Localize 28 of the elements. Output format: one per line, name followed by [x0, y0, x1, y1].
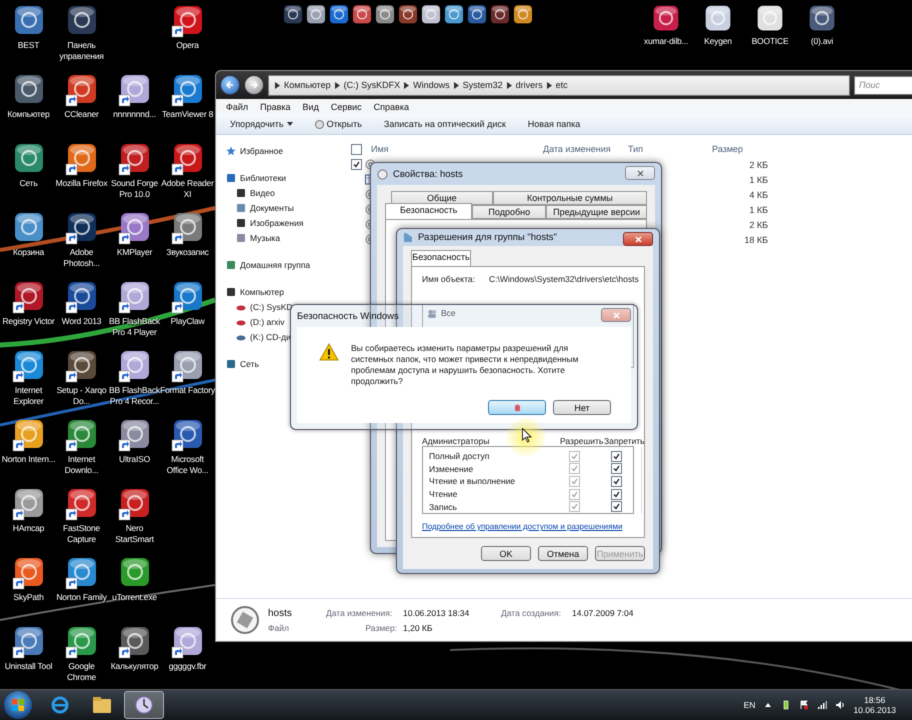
- permission-name: Чтение и выполнение: [429, 476, 516, 486]
- object-path: C:\Windows\System32\drivers\etc\hosts: [489, 274, 639, 284]
- permission-name: Запись: [429, 502, 458, 512]
- dialog-title: Безопасность Windows: [297, 310, 399, 322]
- field-label: Имя объекта:: [422, 274, 476, 284]
- dialog-title: Разрешения для группы "hosts": [418, 232, 557, 243]
- field-label: Размер:: [365, 622, 397, 632]
- field-value: 10.06.2013 18:34: [403, 608, 470, 618]
- file-name: hosts: [268, 608, 293, 618]
- size-cell-text: 1 КБ: [748, 204, 768, 214]
- column-header: Запретить: [604, 436, 644, 446]
- file-type: Файл: [268, 622, 290, 632]
- permissions-header: Администраторы: [422, 436, 490, 446]
- permission-name: Полный доступ: [429, 451, 490, 462]
- size-cell-text: 1 КБ: [748, 174, 768, 184]
- dialog-title: Свойства: hosts: [393, 168, 463, 180]
- column-header: Разрешить: [560, 436, 604, 446]
- size-cell-text: 2 КБ: [748, 220, 768, 230]
- field-value: 14.07.2009 7:04: [572, 608, 634, 618]
- field-value: 1,20 КБ: [403, 622, 434, 632]
- field-label: Дата создания:: [501, 608, 562, 618]
- size-cell-text: 18 КБ: [743, 234, 768, 244]
- warning-message: Вы собираетесь изменить параметры разрешений для системных папок, что может привести к непредвиденным проблемам доступа и нарушить безопасность. Хотите продолжить?: [351, 343, 580, 387]
- size-cell-text: 4 КБ: [748, 190, 768, 200]
- permission-name: Чтение: [429, 489, 458, 500]
- field-label: Дата изменения:: [326, 608, 394, 618]
- size-cell-text: 2 КБ: [748, 160, 768, 170]
- permission-name: Изменение: [429, 464, 474, 474]
